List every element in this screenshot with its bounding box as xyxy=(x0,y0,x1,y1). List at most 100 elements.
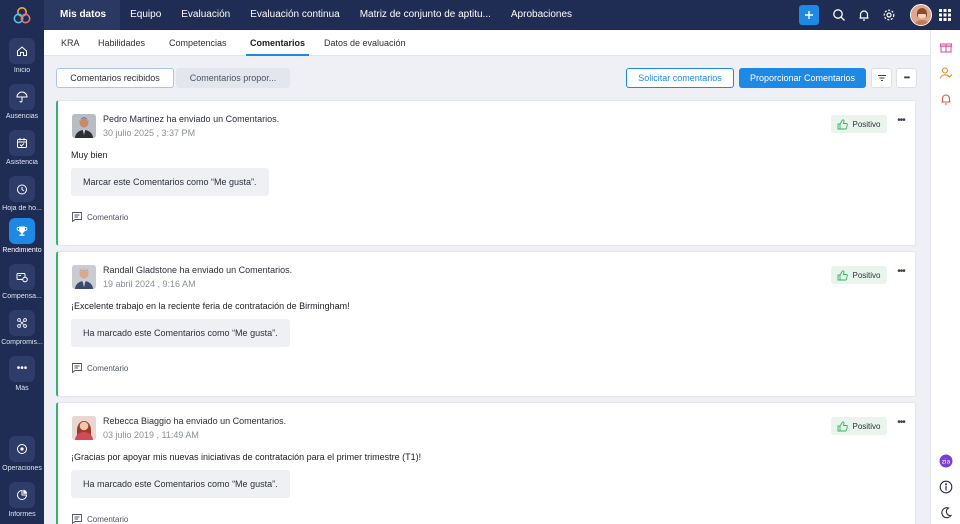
rail-item-compromiso[interactable]: Compromis... xyxy=(0,310,44,356)
person-photo-icon xyxy=(72,416,96,440)
thumbs-up-icon xyxy=(838,118,849,129)
tab-evaluacion-continua[interactable]: Evaluación continua xyxy=(240,0,350,30)
rail-label: Operaciones xyxy=(2,465,42,472)
rail-item-ausencias[interactable]: Ausencias xyxy=(0,84,44,130)
more-options-button[interactable]: ••• xyxy=(896,68,917,88)
top-bar: Mis datos Equipo Evaluación Evaluación c… xyxy=(44,0,960,30)
compensation-icon xyxy=(16,273,28,283)
subtab-competencias[interactable]: Competencias xyxy=(169,30,227,56)
rail-label: Rendimiento xyxy=(2,247,42,254)
liked-indicator[interactable]: Ha marcado este Comentarios como “Me gus… xyxy=(71,470,290,498)
card-more-icon[interactable]: ••• xyxy=(894,116,908,130)
comment-link[interactable]: Comentario xyxy=(71,211,128,223)
card-more-icon[interactable]: ••• xyxy=(894,418,908,432)
feedback-card: Randall Gladstone ha enviado un Comentar… xyxy=(56,251,916,397)
app-logo-icon[interactable] xyxy=(12,6,32,26)
feedback-message: Muy bien xyxy=(71,150,108,160)
user-avatar[interactable] xyxy=(910,4,932,26)
rail-label: Asistencia xyxy=(6,159,38,166)
rail-label: Hoja de ho... xyxy=(2,205,42,212)
feedback-card: Pedro Martinez ha enviado un Comentarios… xyxy=(56,100,916,246)
zia-assistant-icon[interactable]: zia xyxy=(939,454,953,468)
request-feedback-button[interactable]: Solicitar comentarios xyxy=(626,68,734,88)
engagement-icon xyxy=(17,318,27,328)
person-check-icon[interactable] xyxy=(939,66,953,80)
feedback-message: ¡Excelente trabajo en la reciente feria … xyxy=(71,301,350,311)
comment-label: Comentario xyxy=(87,514,129,524)
comment-link[interactable]: Comentario xyxy=(71,362,128,374)
subtab-kra[interactable]: KRA xyxy=(61,30,80,56)
rail-item-asistencia[interactable]: Asistencia xyxy=(0,130,44,176)
tab-equipo[interactable]: Equipo xyxy=(120,0,171,30)
rail-item-informes[interactable]: Informes xyxy=(0,482,44,524)
umbrella-icon xyxy=(16,91,28,103)
feedback-date: 03 julio 2019 , 11:49 AM xyxy=(103,430,199,440)
status-badge: Positivo xyxy=(831,417,887,435)
bell-alert-icon[interactable] xyxy=(939,92,953,106)
comment-label: Comentario xyxy=(87,212,129,222)
tab-evaluacion[interactable]: Evaluación xyxy=(171,0,240,30)
gift-icon[interactable] xyxy=(939,40,953,54)
more-icon: ••• xyxy=(16,363,28,374)
svg-text:zia: zia xyxy=(942,458,951,465)
rail-label: Inicio xyxy=(13,67,31,74)
feedback-date: 30 julio 2025 , 3:37 PM xyxy=(103,128,196,138)
rail-item-compensacion[interactable]: Compensa... xyxy=(0,264,44,310)
timesheet-icon xyxy=(17,184,27,195)
rail-item-inicio[interactable]: Inicio xyxy=(0,38,44,84)
comment-label: Comentario xyxy=(87,363,129,373)
user-photo-icon xyxy=(911,5,931,25)
rail-label: Compromis... xyxy=(1,339,43,346)
tab-mis-datos[interactable]: Mis datos xyxy=(44,0,121,30)
author-avatar xyxy=(72,416,96,440)
filter-button[interactable] xyxy=(871,68,892,88)
comment-icon xyxy=(72,363,82,374)
received-feedback-tab[interactable]: Comentarios recibidos xyxy=(56,68,174,88)
author-line: Rebecca Biaggio ha enviado un Comentario… xyxy=(103,416,287,426)
rail-label: Informes xyxy=(8,511,36,518)
person-photo-icon xyxy=(72,114,96,138)
rail-item-mas[interactable]: ••• Más xyxy=(0,356,44,402)
author-line: Randall Gladstone ha enviado un Comentar… xyxy=(103,265,293,275)
given-feedback-tab[interactable]: Comentarios propor... xyxy=(176,68,290,88)
operations-icon xyxy=(17,444,27,454)
subtab-datos-de-evaluacion[interactable]: Datos de evaluación xyxy=(324,30,406,56)
thumbs-up-icon xyxy=(838,420,849,431)
plus-icon xyxy=(805,11,813,19)
author-avatar xyxy=(72,265,96,289)
comment-icon xyxy=(72,212,82,223)
comment-icon xyxy=(72,514,82,524)
rail-label: Compensa... xyxy=(2,293,42,300)
thumbs-up-icon xyxy=(838,269,849,280)
bell-icon[interactable] xyxy=(857,8,871,22)
more-dots-icon: ••• xyxy=(903,73,910,82)
rail-item-hoja-de-horas[interactable]: Hoja de ho... xyxy=(0,176,44,222)
feedback-card: Rebecca Biaggio ha enviado un Comentario… xyxy=(56,402,916,524)
rail-label: Más xyxy=(15,385,29,392)
badge-label: Positivo xyxy=(852,421,881,431)
rail-label: Ausencias xyxy=(5,113,39,120)
accessibility-icon[interactable] xyxy=(939,480,953,494)
like-button[interactable]: Marcar este Comentarios como “Me gusta”. xyxy=(71,168,269,196)
tab-aprobaciones[interactable]: Aprobaciones xyxy=(501,0,582,30)
comment-link[interactable]: Comentario xyxy=(71,513,128,524)
give-feedback-button[interactable]: Proporcionar Comentarios xyxy=(739,68,866,88)
subtab-comentarios[interactable]: Comentarios xyxy=(246,30,310,56)
search-icon[interactable] xyxy=(832,8,846,22)
apps-grid-icon[interactable] xyxy=(938,8,952,22)
status-badge: Positivo xyxy=(831,115,887,133)
filter-icon xyxy=(877,75,886,81)
trophy-icon xyxy=(16,226,28,236)
person-photo-icon xyxy=(72,265,96,289)
add-button[interactable] xyxy=(799,5,819,25)
card-more-icon[interactable]: ••• xyxy=(894,267,908,281)
reports-icon xyxy=(17,489,28,500)
liked-indicator[interactable]: Ha marcado este Comentarios como “Me gus… xyxy=(71,319,290,347)
rail-item-rendimiento[interactable]: Rendimiento xyxy=(0,218,44,264)
rail-item-operaciones[interactable]: Operaciones xyxy=(0,436,44,482)
tab-matriz-aptitudes[interactable]: Matriz de conjunto de aptitu... xyxy=(350,0,501,30)
dark-mode-icon[interactable] xyxy=(939,506,953,520)
calendar-icon xyxy=(17,138,27,148)
subtab-habilidades[interactable]: Habilidades xyxy=(98,30,145,56)
gear-icon[interactable] xyxy=(882,8,896,22)
